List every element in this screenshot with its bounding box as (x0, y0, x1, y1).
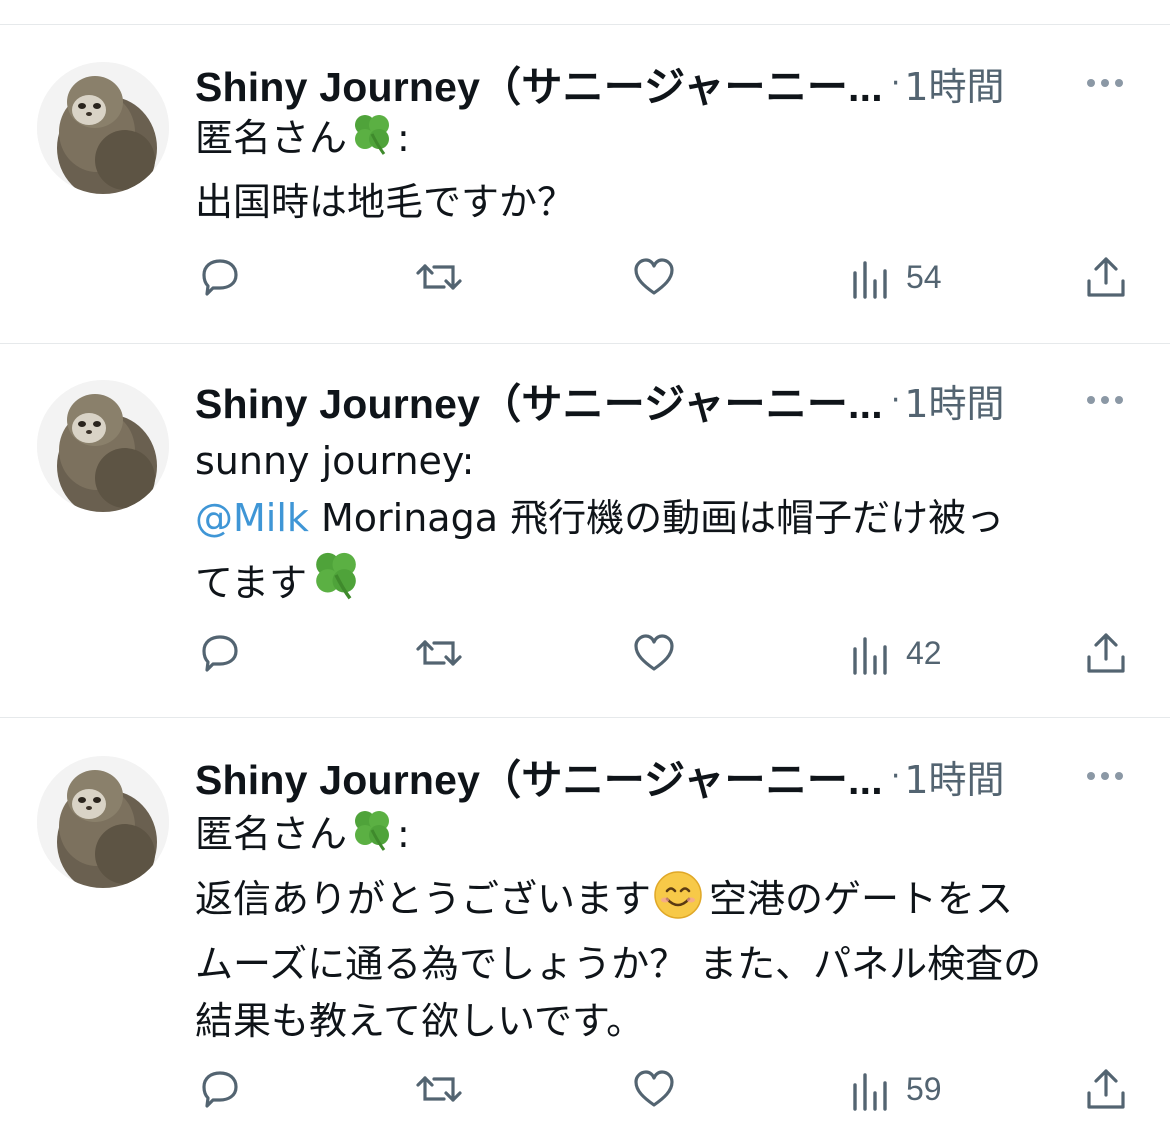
retweet-icon[interactable] (414, 252, 464, 302)
like-icon[interactable] (630, 252, 678, 302)
views-button[interactable]: 59 (850, 1064, 942, 1114)
author-name[interactable]: Shiny Journey（サニージャーニー... (195, 370, 883, 430)
tweet-text-line: 出国時は地毛ですか？ (195, 180, 576, 224)
share-icon[interactable] (1082, 1064, 1130, 1114)
retweet-icon[interactable] (414, 1064, 464, 1114)
reply-icon[interactable] (196, 628, 244, 678)
quoted-author: 匿名さん (195, 812, 348, 856)
action-bar: 42 (0, 628, 1170, 678)
separator-dot: · (890, 758, 901, 794)
clover-emoji-icon (308, 547, 364, 619)
tweet-header: Shiny Journey（サニージャーニー... · 1時間 (195, 56, 1005, 111)
quoted-author: 匿名さん (195, 116, 348, 160)
tweet-divider (0, 717, 1170, 718)
action-bar: 59 (0, 1064, 1170, 1114)
quoted-suffix: : (397, 116, 410, 160)
views-icon (850, 253, 892, 301)
avatar[interactable] (37, 380, 169, 512)
action-bar: 54 (0, 252, 1170, 302)
avatar[interactable] (37, 62, 169, 194)
tweet-header: Shiny Journey（サニージャーニー... · 1時間 (195, 373, 1005, 428)
tweet-text-line: 空港のゲートをス (709, 877, 1014, 921)
retweet-icon[interactable] (414, 628, 464, 678)
top-divider (0, 24, 1170, 25)
avatar[interactable] (37, 756, 169, 888)
tweet-text: 匿名さん: 出国時は地毛ですか？ (195, 110, 1140, 231)
more-icon[interactable] (1087, 751, 1123, 801)
tweet-text-line: ムーズに通る為でしょうか？ また、パネル検査の (195, 942, 1042, 986)
more-icon[interactable] (1087, 58, 1123, 108)
views-button[interactable]: 42 (850, 628, 942, 678)
tweet-text-line: 返信ありがとうございます (195, 877, 652, 921)
tweet-text: 匿名さん: 返信ありがとうございます 空港のゲートをス ムーズに通る為でしょうか？… (195, 806, 1140, 1050)
author-name[interactable]: Shiny Journey（サニージャーニー... (195, 53, 883, 113)
separator-dot: · (890, 382, 901, 418)
mention-link[interactable]: @Milk (195, 496, 309, 540)
share-icon[interactable] (1082, 252, 1130, 302)
timestamp[interactable]: 1時間 (904, 373, 1004, 428)
quoted-suffix: : (397, 812, 410, 856)
share-icon[interactable] (1082, 628, 1130, 678)
more-icon[interactable] (1087, 375, 1123, 425)
views-count: 59 (906, 1070, 942, 1107)
tweet-text: sunny journey: @Milk Morinaga 飛行機の動画は帽子だ… (195, 433, 1140, 619)
smiling-face-emoji-icon (653, 870, 703, 936)
views-count: 54 (906, 258, 942, 295)
author-name[interactable]: Shiny Journey（サニージャーニー... (195, 746, 883, 806)
separator-dot: · (890, 65, 901, 101)
views-icon (850, 629, 892, 677)
tweet-divider (0, 343, 1170, 344)
tweet-text-line: 結果も教えて欲しいです。 (195, 999, 645, 1043)
clover-emoji-icon (348, 806, 396, 870)
views-count: 42 (906, 634, 942, 671)
tweet-header: Shiny Journey（サニージャーニー... · 1時間 (195, 749, 1005, 804)
views-button[interactable]: 54 (850, 252, 942, 302)
tweet-text-line: てます (195, 561, 308, 605)
like-icon[interactable] (630, 1064, 678, 1114)
quoted-author: sunny journey: (195, 439, 475, 483)
reply-icon[interactable] (196, 1064, 244, 1114)
views-icon (850, 1065, 892, 1113)
reply-icon[interactable] (196, 252, 244, 302)
tweet-text-line: Morinaga 飛行機の動画は帽子だけ被っ (308, 496, 1005, 540)
timestamp[interactable]: 1時間 (904, 749, 1004, 804)
like-icon[interactable] (630, 628, 678, 678)
clover-emoji-icon (348, 110, 396, 174)
timestamp[interactable]: 1時間 (904, 56, 1004, 111)
